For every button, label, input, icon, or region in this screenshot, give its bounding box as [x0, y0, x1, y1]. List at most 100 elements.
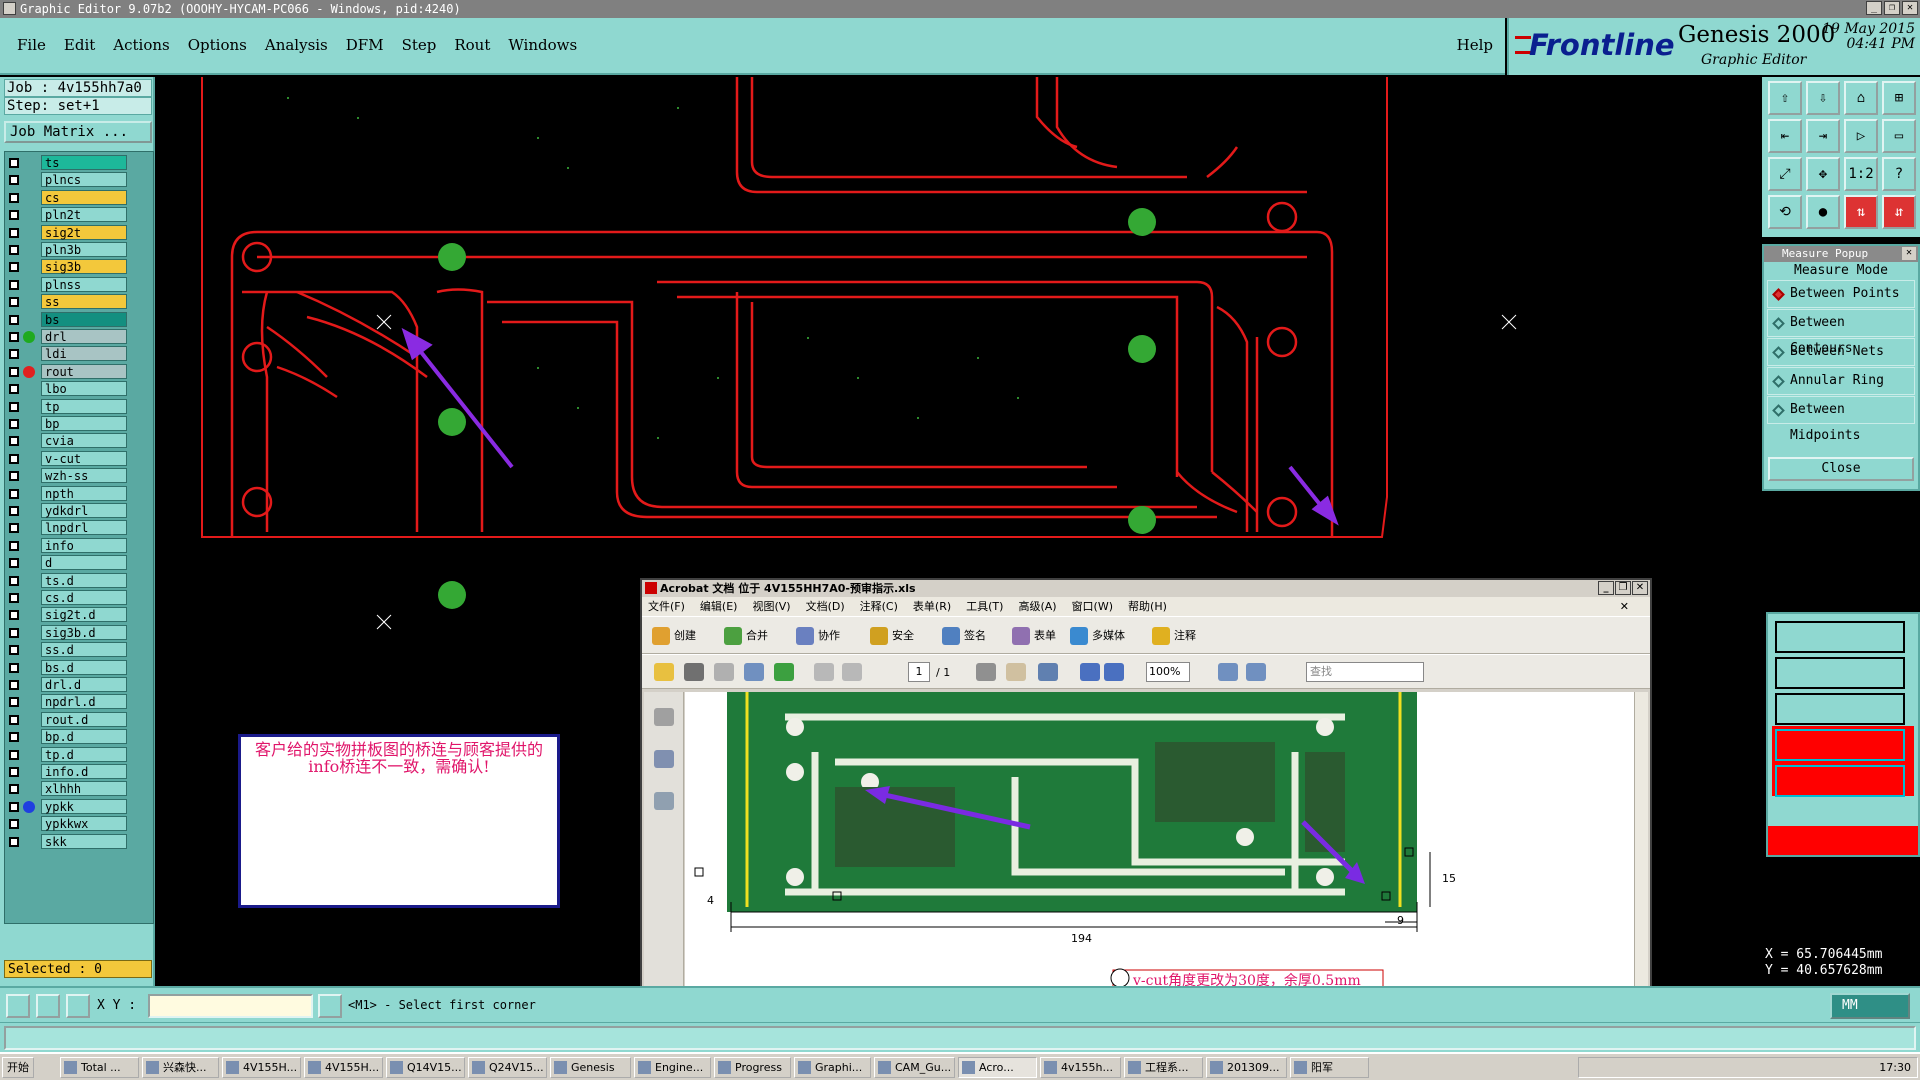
layer-name[interactable]: cs	[41, 189, 127, 205]
layer-checkbox[interactable]	[9, 192, 19, 203]
taskbar-item[interactable]: 阳军	[1290, 1057, 1369, 1078]
layer-checkbox[interactable]	[9, 593, 19, 603]
layer-row[interactable]: ts	[5, 155, 153, 171]
layer-row[interactable]: tp	[5, 398, 153, 415]
layer-checkbox[interactable]	[9, 767, 19, 777]
taskbar-item[interactable]: Genesis	[550, 1057, 631, 1078]
taskbar-item[interactable]: Q14V15...	[386, 1057, 465, 1078]
measure-option[interactable]: Annular Ring	[1767, 367, 1915, 395]
layer-name[interactable]: npth	[41, 485, 127, 501]
select-mode-icon[interactable]	[6, 994, 30, 1018]
menu-edit[interactable]: Edit	[55, 36, 104, 54]
layer-name[interactable]: bs.d	[41, 659, 127, 675]
tool-button[interactable]: ⇥	[1806, 119, 1840, 153]
acrobat-tool-button[interactable]: 多媒体	[1070, 626, 1125, 646]
units-button[interactable]: MM	[1830, 993, 1910, 1019]
menu-options[interactable]: Options	[179, 36, 256, 54]
layer-name[interactable]: sig3b.d	[41, 624, 127, 640]
upload-icon[interactable]	[774, 663, 794, 681]
layer-checkbox[interactable]	[9, 801, 19, 812]
taskbar-item[interactable]: Total ...	[60, 1057, 139, 1078]
tool-button[interactable]: ▭	[1882, 119, 1916, 153]
layer-checkbox[interactable]	[9, 575, 19, 586]
layer-checkbox[interactable]	[9, 349, 19, 360]
acrobat-menu-item[interactable]: 编辑(E)	[700, 597, 738, 616]
layer-checkbox[interactable]	[9, 732, 19, 743]
taskbar-item[interactable]: Progress	[714, 1057, 791, 1078]
layer-row[interactable]: bp.d	[5, 729, 153, 745]
layer-checkbox[interactable]	[9, 714, 19, 725]
signatures-icon[interactable]	[654, 792, 674, 810]
layer-name[interactable]: ldi	[41, 346, 127, 362]
layer-row[interactable]: d	[5, 555, 153, 571]
minimize-icon[interactable]: _	[1598, 581, 1614, 595]
layer-checkbox[interactable]	[9, 158, 19, 168]
layer-row[interactable]: drl	[5, 329, 153, 345]
tool-button[interactable]: ⌂	[1844, 81, 1878, 115]
acrobat-tool-button[interactable]: 安全	[870, 626, 914, 646]
layer-name[interactable]: ss	[41, 294, 127, 310]
layer-row[interactable]: rout.d	[5, 711, 153, 728]
layer-name[interactable]: cvia	[41, 433, 127, 449]
layer-checkbox[interactable]	[9, 245, 19, 255]
taskbar-item[interactable]: CAM_Gu...	[874, 1057, 955, 1078]
tool-button[interactable]: ⇤	[1768, 119, 1802, 153]
menu-analysis[interactable]: Analysis	[256, 36, 337, 54]
zoom-tool-icon[interactable]	[1038, 663, 1058, 681]
layer-row[interactable]: sig2t	[5, 224, 153, 241]
page-up-icon[interactable]	[814, 663, 834, 681]
acrobat-tool-button[interactable]: 签名	[942, 626, 986, 646]
find-input[interactable]: 查找	[1306, 662, 1424, 682]
layer-checkbox[interactable]	[9, 262, 19, 273]
minimize-icon[interactable]: _	[1866, 1, 1882, 15]
tool-button[interactable]: ●	[1806, 195, 1840, 229]
layer-row[interactable]: bs.d	[5, 659, 153, 676]
acrobat-menu-item[interactable]: 工具(T)	[966, 597, 1003, 616]
layer-row[interactable]: ldi	[5, 346, 153, 362]
measure-option[interactable]: Between Nets	[1767, 338, 1915, 366]
fit-width-icon[interactable]	[1218, 663, 1238, 681]
layer-name[interactable]: rout.d	[41, 711, 127, 727]
taskbar-item[interactable]: 4v155h...	[1040, 1057, 1121, 1078]
layer-row[interactable]: sig3b	[5, 259, 153, 275]
job-matrix-button[interactable]: Job Matrix ...	[4, 121, 152, 143]
layer-row[interactable]: tp.d	[5, 746, 153, 763]
layer-name[interactable]: npdrl.d	[41, 694, 127, 710]
layer-row[interactable]: npdrl.d	[5, 694, 153, 710]
acrobat-tool-button[interactable]: 注释	[1152, 626, 1196, 646]
layer-name[interactable]: pln3b	[41, 242, 127, 257]
layer-name[interactable]: info.d	[41, 764, 127, 779]
layer-checkbox[interactable]	[9, 227, 19, 238]
menu-file[interactable]: File	[8, 36, 55, 54]
layer-row[interactable]: bp	[5, 416, 153, 432]
layer-name[interactable]: drl.d	[41, 677, 127, 692]
layer-row[interactable]: ypkkwx	[5, 816, 153, 832]
layer-name[interactable]: ts	[41, 155, 127, 170]
layer-row[interactable]: bs	[5, 311, 153, 328]
layer-checkbox[interactable]	[9, 175, 19, 186]
close-icon[interactable]: ✕	[1902, 247, 1916, 260]
menu-rout[interactable]: Rout	[445, 36, 499, 54]
print-icon[interactable]	[684, 663, 704, 681]
layer-checkbox[interactable]	[9, 558, 19, 569]
layer-name[interactable]: pln2t	[41, 207, 127, 223]
layer-checkbox[interactable]	[9, 610, 19, 621]
layer-name[interactable]: rout	[41, 363, 127, 379]
layer-checkbox[interactable]	[9, 488, 19, 499]
layer-name[interactable]: plncs	[41, 172, 127, 188]
layer-name[interactable]: sig2t	[41, 224, 127, 240]
acrobat-menu-item[interactable]: 视图(V)	[752, 597, 790, 616]
layer-row[interactable]: info	[5, 537, 153, 554]
layer-name[interactable]: v-cut	[41, 450, 127, 466]
bookmarks-icon[interactable]	[654, 750, 674, 768]
layer-checkbox[interactable]	[9, 366, 19, 377]
menu-windows[interactable]: Windows	[499, 36, 586, 54]
taskbar-item[interactable]: 201309...	[1206, 1057, 1287, 1078]
open-folder-icon[interactable]	[654, 663, 674, 681]
tool-button[interactable]: ⇅	[1844, 195, 1878, 229]
layer-name[interactable]: ts.d	[41, 572, 127, 588]
layer-row[interactable]: ydkdrl	[5, 503, 153, 519]
layer-row[interactable]: pln2t	[5, 207, 153, 223]
layer-name[interactable]: tp	[41, 398, 127, 414]
layer-checkbox[interactable]	[9, 297, 19, 308]
